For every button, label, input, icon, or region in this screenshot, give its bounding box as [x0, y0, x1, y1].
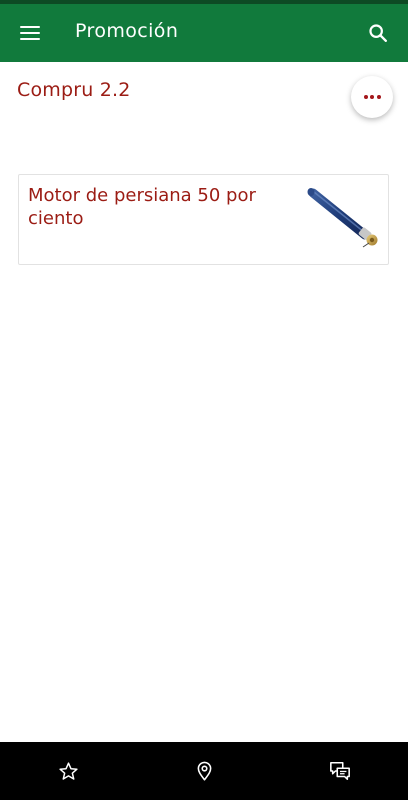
more-horizontal-icon — [363, 95, 381, 99]
more-options-button[interactable] — [351, 76, 393, 118]
location-nav-button[interactable] — [188, 756, 220, 786]
section-title: Compru 2.2 — [17, 79, 131, 101]
menu-button[interactable] — [12, 14, 48, 52]
app-bar: Promoción — [0, 4, 408, 62]
location-pin-icon — [197, 761, 211, 781]
search-icon — [369, 24, 387, 42]
chat-bubbles-icon — [330, 761, 350, 781]
search-button[interactable] — [360, 16, 396, 50]
chat-nav-button[interactable] — [324, 756, 356, 786]
card-title: Motor de persiana 50 por ciento — [28, 185, 256, 229]
bottom-navigation — [0, 742, 408, 800]
promotion-card[interactable]: Motor de persiana 50 por ciento — [18, 174, 389, 265]
favorites-nav-button[interactable] — [52, 756, 84, 786]
tubular-motor-image — [307, 188, 378, 248]
star-icon — [58, 761, 78, 780]
hamburger-menu-icon — [20, 26, 40, 40]
page-title: Promoción — [75, 20, 179, 42]
